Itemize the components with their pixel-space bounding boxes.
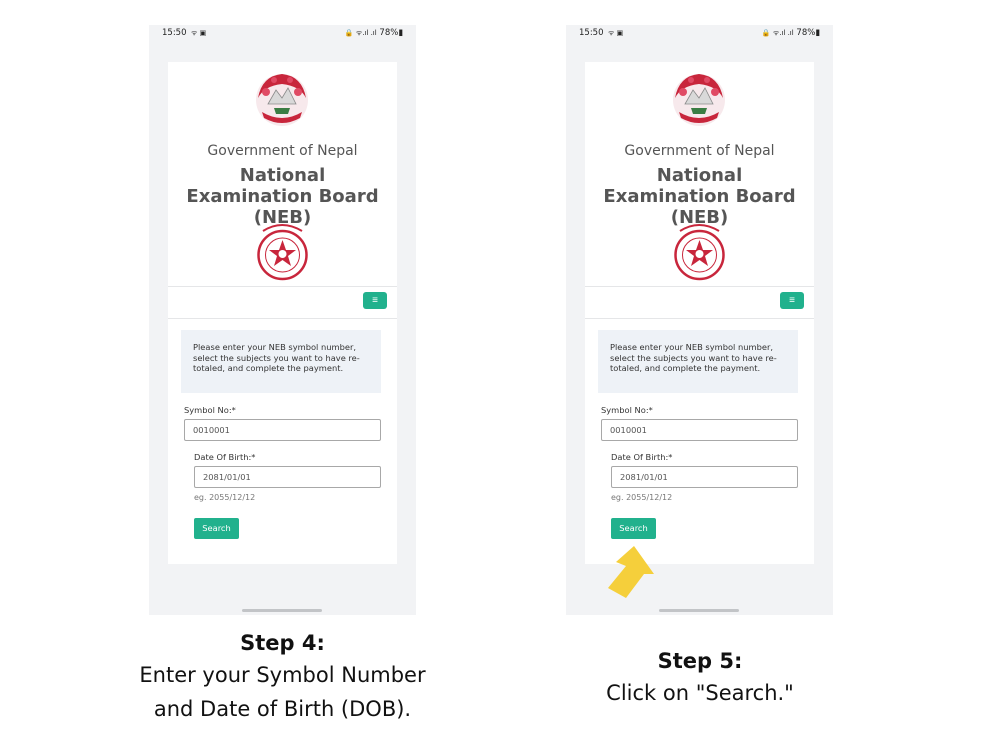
phone-screenshot-step-5: 15:50 ᯤ ▣ 🔒 ᯤ.ıl .ıl 78%▮ Government of … (566, 25, 833, 615)
search-button[interactable]: Search (194, 518, 239, 539)
government-title: Government of Nepal (624, 143, 775, 159)
signal-icon: 🔒 ᯤ.ıl .ıl (761, 29, 794, 37)
home-indicator[interactable] (659, 609, 739, 612)
divider (585, 286, 814, 287)
symbol-input[interactable]: 0010001 (184, 419, 381, 441)
status-right: 🔒 ᯤ.ıl .ıl 78%▮ (345, 28, 403, 38)
battery-icon: ▮ (815, 28, 820, 38)
home-indicator[interactable] (242, 609, 322, 612)
menu-icon[interactable]: ≡ (780, 292, 804, 309)
dob-label: Date Of Birth:* (611, 452, 673, 462)
status-time: 15:50 (579, 28, 604, 38)
signal-icon: 🔒 ᯤ.ıl .ıl (344, 29, 377, 37)
dob-hint: eg. 2055/12/12 (194, 493, 256, 502)
neb-page-card: Government of Nepal National Examination… (585, 62, 814, 564)
neb-page-card: Government of Nepal National Examination… (168, 62, 397, 564)
status-bar: 15:50 ᯤ ▣ 🔒 ᯤ.ıl .ıl 78%▮ (566, 25, 833, 43)
step-4-caption: Step 4: Enter your Symbol Number and Dat… (100, 628, 465, 726)
instruction-box: Please enter your NEB symbol number, sel… (598, 330, 798, 393)
step-4-line-2: and Date of Birth (DOB). (153, 697, 412, 721)
battery-icon: ▮ (398, 28, 403, 38)
step-4-title: Step 4: (240, 631, 325, 655)
status-right: 🔒 ᯤ.ıl .ıl 78%▮ (762, 28, 820, 38)
battery-level: 78% (379, 28, 399, 38)
battery-level: 78% (796, 28, 816, 38)
dob-hint: eg. 2055/12/12 (611, 493, 673, 502)
dob-input[interactable]: 2081/01/01 (611, 466, 798, 488)
dob-label: Date Of Birth:* (194, 452, 256, 462)
phone-screenshot-step-4: 15:50 ᯤ ▣ 🔒 ᯤ.ıl .ıl 78%▮ Government of … (149, 25, 416, 615)
symbol-label: Symbol No:* (184, 405, 236, 415)
divider (168, 318, 397, 319)
status-bar: 15:50 ᯤ ▣ 🔒 ᯤ.ıl .ıl 78%▮ (149, 25, 416, 43)
search-button[interactable]: Search (611, 518, 656, 539)
instruction-box: Please enter your NEB symbol number, sel… (181, 330, 381, 393)
neb-seal-icon (257, 224, 308, 281)
notification-icons: ᯤ ▣ (608, 29, 624, 37)
nepal-emblem-icon (673, 74, 725, 126)
divider (585, 318, 814, 319)
divider (168, 286, 397, 287)
status-time: 15:50 (162, 28, 187, 38)
notification-icons: ᯤ ▣ (191, 29, 207, 37)
dob-input[interactable]: 2081/01/01 (194, 466, 381, 488)
step-5-title: Step 5: (657, 649, 743, 673)
nepal-emblem-icon (256, 74, 308, 126)
symbol-label: Symbol No:* (601, 405, 653, 415)
symbol-input[interactable]: 0010001 (601, 419, 798, 441)
step-5-caption: Step 5: Click on "Search." (540, 646, 860, 710)
neb-seal-icon (674, 224, 725, 281)
government-title: Government of Nepal (207, 143, 358, 159)
menu-icon[interactable]: ≡ (363, 292, 387, 309)
step-4-line-1: Enter your Symbol Number (139, 663, 426, 687)
step-5-line-1: Click on "Search." (606, 681, 794, 705)
pointer-arrow-icon (608, 546, 654, 598)
